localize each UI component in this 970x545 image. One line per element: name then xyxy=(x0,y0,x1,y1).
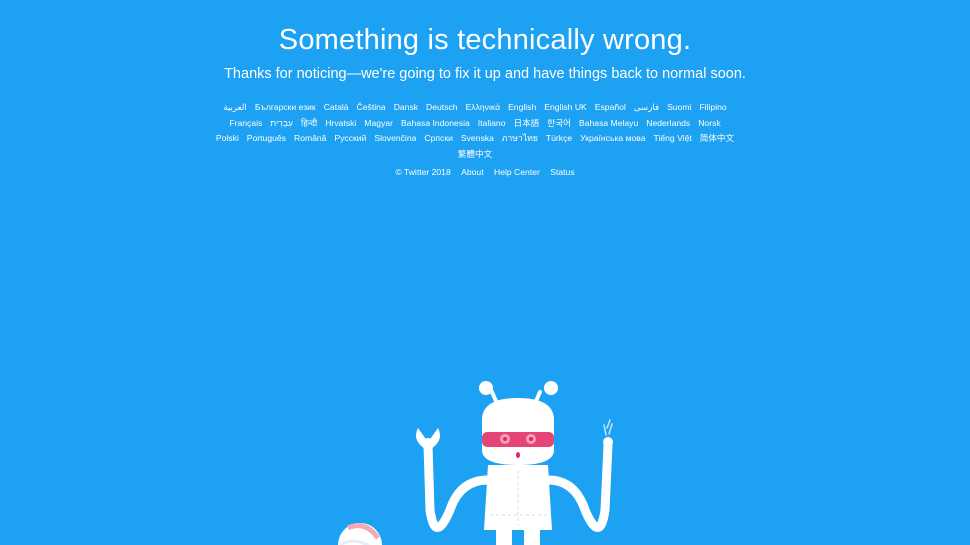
language-link[interactable]: Български език xyxy=(255,100,316,116)
language-link[interactable]: Magyar xyxy=(364,116,393,132)
language-link[interactable]: 简体中文 xyxy=(700,131,734,147)
language-link[interactable]: Español xyxy=(595,100,626,116)
language-link[interactable]: Bahasa Melayu xyxy=(579,116,638,132)
language-link[interactable]: 日本語 xyxy=(513,116,539,132)
language-link[interactable]: Русский xyxy=(334,131,366,147)
help-center-link[interactable]: Help Center xyxy=(494,167,540,177)
robot-body-icon xyxy=(484,465,552,545)
footer: © Twitter 2018 About Help Center Status xyxy=(0,167,970,177)
page-title: Something is technically wrong. xyxy=(278,24,692,56)
language-link[interactable]: Filipino xyxy=(699,100,726,116)
language-link[interactable]: Italiano xyxy=(478,116,506,132)
language-link[interactable]: Polski xyxy=(216,131,239,147)
language-link[interactable]: Čeština xyxy=(357,100,386,116)
language-link[interactable]: English UK xyxy=(544,100,587,116)
language-link[interactable]: Türkçe xyxy=(546,131,572,147)
page-subtitle: Thanks for noticing—we're going to fix i… xyxy=(224,66,746,82)
language-link[interactable]: Norsk xyxy=(698,116,720,132)
language-link[interactable]: Slovenčina xyxy=(374,131,416,147)
language-link[interactable]: हिन्दी xyxy=(301,116,317,132)
status-link[interactable]: Status xyxy=(550,167,574,177)
language-link[interactable]: Dansk xyxy=(394,100,418,116)
language-link[interactable]: English xyxy=(508,100,536,116)
language-link[interactable]: Suomi xyxy=(667,100,691,116)
language-link[interactable]: ภาษาไทย xyxy=(502,131,538,147)
language-link[interactable]: Ελληνικά xyxy=(466,100,500,116)
robot-left-arm-icon xyxy=(416,428,493,532)
about-link[interactable]: About xyxy=(461,167,483,177)
language-link[interactable]: Bahasa Indonesia xyxy=(401,116,470,132)
language-link[interactable]: العربية xyxy=(223,100,247,116)
language-link[interactable]: Українська мова xyxy=(580,131,645,147)
language-link[interactable]: 한국어 xyxy=(547,116,571,132)
language-link[interactable]: Tiếng Việt xyxy=(654,131,692,147)
language-link[interactable]: Hrvatski xyxy=(325,116,356,132)
language-link[interactable]: 繁體中文 xyxy=(458,147,492,163)
copyright-text: © Twitter 2018 xyxy=(395,167,451,177)
language-link[interactable]: Deutsch xyxy=(426,100,458,116)
language-link[interactable]: Nederlands xyxy=(646,116,690,132)
language-link[interactable]: Svenska xyxy=(461,131,494,147)
language-link[interactable]: Français xyxy=(229,116,262,132)
language-link[interactable]: Català xyxy=(324,100,349,116)
error-page: Something is technically wrong. Thanks f… xyxy=(0,0,970,545)
robot-head-icon xyxy=(482,398,554,465)
language-link[interactable]: Română xyxy=(294,131,326,147)
robot-right-arm-icon xyxy=(543,419,613,532)
language-link[interactable]: Português xyxy=(247,131,286,147)
broken-robot-icon xyxy=(338,381,613,545)
language-link[interactable]: עִבְרִית xyxy=(270,116,293,132)
ball-icon xyxy=(338,523,382,545)
language-link[interactable]: Српски xyxy=(424,131,453,147)
language-link[interactable]: فارسی xyxy=(634,100,659,116)
language-list: العربية Български език Català Čeština Dansk D… xyxy=(210,100,740,162)
